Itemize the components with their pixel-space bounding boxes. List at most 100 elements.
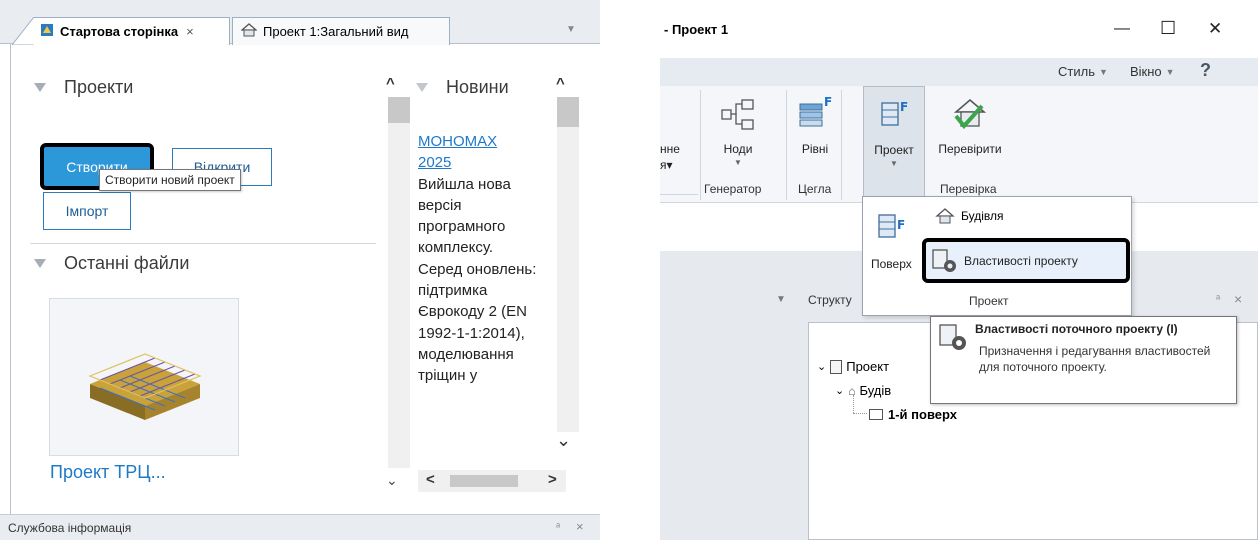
brick-group-label: Цегла [798,182,832,196]
tooltip-title: Властивості поточного проекту (I) [975,322,1178,336]
tab-start-page-label: Стартова сторінка [60,24,179,39]
project-properties-menu-item[interactable]: Властивості проекту [922,238,1130,283]
project-window: - Проект 1 — ☐ ✕ Стиль ▼ Вікно ▼ ? нне я▾ [660,0,1258,540]
project-button[interactable]: F Проект ▼ [863,86,925,198]
recent-project-thumbnail[interactable] [49,298,239,456]
tab-list-dropdown-icon[interactable]: ▼ [566,24,576,35]
tree-connector [853,413,867,414]
generator-group-label: Генератор [704,182,762,196]
maximize-button[interactable]: ☐ [1160,18,1176,39]
news-body: Вийшла нова версія програмного комплексу… [418,175,537,385]
expand-chevron-icon[interactable]: ⌄ [835,384,844,397]
nodes-label: Ноди [723,142,753,156]
building-menu-label: Будівля [961,209,1004,223]
tree-floor-label: 1-й поверх [888,407,958,422]
nodes-icon [721,99,754,130]
project-properties-icon [939,324,966,350]
tab-project-view[interactable]: Проект 1:Загальний вид [232,17,450,45]
check-group-label: Перевірка [940,182,997,196]
dropdown-arrow-icon: ▼ [1098,67,1108,77]
news-scrollbar-track[interactable] [557,127,579,432]
minimize-button[interactable]: — [1114,20,1130,38]
building-model-image [88,353,202,420]
pane-menu-arrow-icon[interactable]: ▼ [776,294,786,305]
svg-text:F: F [897,218,905,232]
recent-header-label: Останні файли [64,253,190,273]
group-underline [660,194,698,195]
collapse-triangle-icon [34,83,46,92]
scroll-right-icon[interactable]: > [548,471,557,488]
structure-pane-title: Структу [808,293,852,307]
collapse-triangle-icon [34,259,46,268]
news-hscrollbar[interactable]: < > [418,470,566,492]
news-link[interactable]: МОНОМАХ 2025 [418,131,528,174]
pane-pin-icon[interactable]: ᵃ [1216,293,1220,305]
dropdown-arrow-icon: ▼ [890,159,898,168]
scroll-left-icon[interactable]: < [426,471,435,488]
news-scroll-down-icon[interactable]: ⌄ [556,430,571,451]
tree-node-floor[interactable]: 1-й поверх [869,407,957,422]
dropdown-arrow-icon: ▼ [734,158,742,167]
dropdown-arrow-icon: ▼ [1165,67,1175,77]
hscroll-thumb[interactable] [450,475,518,487]
check-button[interactable]: Перевірити [930,94,1010,164]
building-icon: ⌂ [848,383,856,398]
pin-icon[interactable]: ᵃ [556,521,560,533]
news-scrollbar-thumb[interactable] [557,97,579,127]
floor-icon [869,409,883,420]
tab-close-button[interactable]: × [186,24,194,39]
svg-text:F: F [824,95,832,109]
tab-project-view-label: Проект 1:Загальний вид [263,24,409,39]
scroll-down-icon[interactable]: ⌄ [386,472,398,489]
tree-node-building[interactable]: ⌄ ⌂ Будів [835,383,891,398]
news-section-header[interactable]: Новини [416,77,509,98]
close-window-button[interactable]: ✕ [1208,19,1222,39]
tree-node-project[interactable]: ⌄ Проект [817,359,889,374]
tree-building-label: Будів [859,383,892,398]
group-separator [700,90,701,200]
project-button-label: Проект [874,143,914,157]
building-icon [935,208,955,224]
floor-layers-icon: F [875,209,911,248]
levels-button[interactable]: F Рівні [792,94,838,164]
news-scroll-up-icon[interactable]: ^ [556,75,565,93]
svg-text:F: F [900,100,908,114]
pane-close-button[interactable]: × [1234,291,1242,307]
scrollbar-track[interactable] [388,123,410,468]
title-bar: - Проект 1 — ☐ ✕ [660,0,1258,58]
project-layers-icon: F [881,100,908,126]
import-button[interactable]: Імпорт [43,192,131,230]
project-icon [830,359,843,374]
tree-project-label: Проект [846,359,890,374]
start-page-icon [40,23,54,40]
building-menu-item[interactable]: Будівля [935,207,1003,225]
expand-chevron-icon[interactable]: ⌄ [817,360,826,373]
floor-partial-label[interactable]: Поверх [871,257,912,271]
scroll-up-icon[interactable]: ^ [386,75,395,93]
service-info-bar: Службова інформація ᵃ × [0,514,600,540]
tab-start-page[interactable]: Стартова сторінка × [34,17,230,45]
window-title: - Проект 1 [664,22,729,37]
help-icon[interactable]: ? [1200,60,1211,81]
style-menu[interactable]: Стиль ▼ [1058,64,1108,79]
tree-connector [853,395,854,413]
levels-icon: F [799,95,832,127]
group-separator [841,90,842,200]
recent-project-link[interactable]: Проект ТРЦ... [50,462,166,483]
levels-label: Рівні [801,142,829,156]
collapse-triangle-icon [416,83,428,92]
news-header-label: Новини [446,77,509,97]
project-properties-label: Властивості проекту [964,253,1078,268]
recent-section-header[interactable]: Останні файли [34,253,189,274]
section-divider [30,243,376,244]
ribbon-partial-label-2: я▾ [660,158,673,172]
nodes-button[interactable]: Ноди ▼ [710,94,766,167]
style-menu-label: Стиль [1058,64,1095,79]
ribbon-partial-label: нне [660,142,680,156]
menu-bar: Стиль ▼ Вікно ▼ ? [660,58,1258,86]
projects-section-header[interactable]: Проекти [34,77,133,98]
close-pane-button[interactable]: × [576,519,584,534]
scrollbar-thumb[interactable] [388,97,410,123]
window-menu[interactable]: Вікно ▼ [1130,64,1175,79]
tooltip-body: Призначення і редагування властивостей д… [979,344,1211,374]
